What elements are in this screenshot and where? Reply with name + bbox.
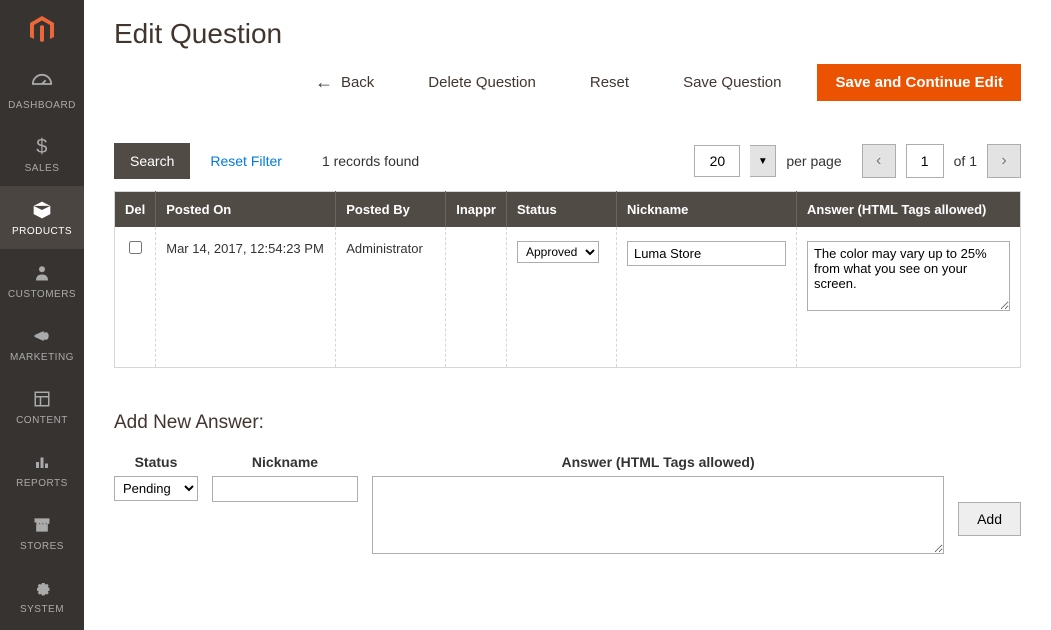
chevron-left-icon: ‹	[876, 152, 881, 170]
main-content: Edit Question ← Back Delete Question Res…	[84, 0, 1051, 630]
reset-filter-link[interactable]: Reset Filter	[210, 153, 282, 169]
magento-logo[interactable]	[0, 0, 84, 60]
sidebar-item-stores[interactable]: STORES	[0, 501, 84, 564]
add-answer-title: Add New Answer:	[114, 412, 1021, 434]
cell-posted-by: Administrator	[336, 227, 446, 367]
save-question-button[interactable]: Save Question	[665, 64, 799, 101]
add-button[interactable]: Add	[958, 502, 1021, 536]
records-found-label: 1 records found	[322, 153, 419, 169]
row-status-select[interactable]: Approved	[517, 241, 599, 263]
sidebar-item-dashboard[interactable]: DASHBOARD	[0, 60, 84, 123]
sidebar-item-marketing[interactable]: MARKETING	[0, 312, 84, 375]
table-row: Mar 14, 2017, 12:54:23 PM Administrator …	[115, 227, 1021, 367]
admin-sidebar: DASHBOARD $ SALES PRODUCTS CUSTOMERS MAR…	[0, 0, 84, 630]
sidebar-item-sales[interactable]: $ SALES	[0, 123, 84, 186]
sidebar-item-label: DASHBOARD	[8, 100, 76, 111]
prev-page-button[interactable]: ‹	[862, 144, 896, 178]
col-header-nickname[interactable]: Nickname	[616, 192, 796, 228]
sidebar-item-content[interactable]: CONTENT	[0, 375, 84, 438]
sidebar-item-label: SYSTEM	[20, 604, 64, 615]
add-answer-form: Status Pending Nickname Answer (HTML Tag…	[114, 454, 1021, 554]
answer-field-label: Answer (HTML Tags allowed)	[561, 454, 754, 470]
sidebar-item-customers[interactable]: CUSTOMERS	[0, 249, 84, 312]
per-page-label: per page	[786, 153, 841, 169]
sidebar-item-label: CONTENT	[16, 415, 68, 426]
page-title: Edit Question	[114, 18, 1021, 50]
megaphone-icon	[30, 324, 54, 348]
per-page-control: ▼ per page	[694, 145, 841, 177]
store-icon	[30, 513, 54, 537]
sidebar-item-label: MARKETING	[10, 352, 74, 363]
gauge-icon	[30, 72, 54, 96]
new-answer-textarea[interactable]	[372, 476, 944, 554]
sidebar-item-label: PRODUCTS	[12, 226, 72, 237]
next-page-button[interactable]: ›	[987, 144, 1021, 178]
search-button[interactable]: Search	[114, 143, 190, 179]
status-field-label: Status	[135, 454, 178, 470]
person-icon	[30, 261, 54, 285]
dollar-icon: $	[30, 135, 54, 159]
gear-icon	[30, 576, 54, 600]
delete-checkbox[interactable]	[129, 241, 142, 254]
cell-posted-on: Mar 14, 2017, 12:54:23 PM	[156, 227, 336, 367]
per-page-input[interactable]	[694, 145, 740, 177]
pager: ‹ of 1 ›	[862, 144, 1021, 178]
sidebar-item-system[interactable]: SYSTEM	[0, 564, 84, 627]
page-actions: ← Back Delete Question Reset Save Questi…	[114, 62, 1021, 103]
page-number-input[interactable]	[906, 144, 944, 178]
layout-icon	[30, 387, 54, 411]
new-status-select[interactable]: Pending	[114, 476, 198, 501]
arrow-left-icon: ←	[315, 72, 333, 93]
sidebar-item-reports[interactable]: REPORTS	[0, 438, 84, 501]
save-continue-button[interactable]: Save and Continue Edit	[817, 64, 1021, 101]
col-header-status[interactable]: Status	[506, 192, 616, 228]
sidebar-item-products[interactable]: PRODUCTS	[0, 186, 84, 249]
back-button[interactable]: ← Back	[297, 62, 392, 103]
col-header-posted-on[interactable]: Posted On	[156, 192, 336, 228]
new-nickname-input[interactable]	[212, 476, 358, 502]
sidebar-item-label: REPORTS	[16, 478, 68, 489]
sidebar-item-label: CUSTOMERS	[8, 289, 76, 300]
page-of-label: of 1	[954, 153, 977, 169]
delete-question-button[interactable]: Delete Question	[410, 64, 554, 101]
chevron-down-icon: ▼	[758, 156, 768, 167]
reset-button[interactable]: Reset	[572, 64, 647, 101]
answers-grid: Del Posted On Posted By Inappr Status Ni…	[114, 191, 1021, 368]
col-header-del[interactable]: Del	[115, 192, 156, 228]
sidebar-item-label: SALES	[25, 163, 60, 174]
back-button-label: Back	[341, 74, 374, 91]
grid-toolbar: Search Reset Filter 1 records found ▼ pe…	[114, 143, 1021, 179]
col-header-inappr[interactable]: Inappr	[446, 192, 507, 228]
sidebar-item-label: STORES	[20, 541, 64, 552]
cell-inappr	[446, 227, 507, 367]
row-answer-textarea[interactable]: The color may vary up to 25% from what y…	[807, 241, 1010, 311]
per-page-dropdown[interactable]: ▼	[750, 145, 776, 177]
col-header-posted-by[interactable]: Posted By	[336, 192, 446, 228]
cube-icon	[30, 198, 54, 222]
col-header-answer[interactable]: Answer (HTML Tags allowed)	[796, 192, 1020, 228]
nickname-field-label: Nickname	[252, 454, 318, 470]
chevron-right-icon: ›	[1001, 152, 1006, 170]
bar-chart-icon	[30, 450, 54, 474]
row-nickname-input[interactable]	[627, 241, 786, 266]
